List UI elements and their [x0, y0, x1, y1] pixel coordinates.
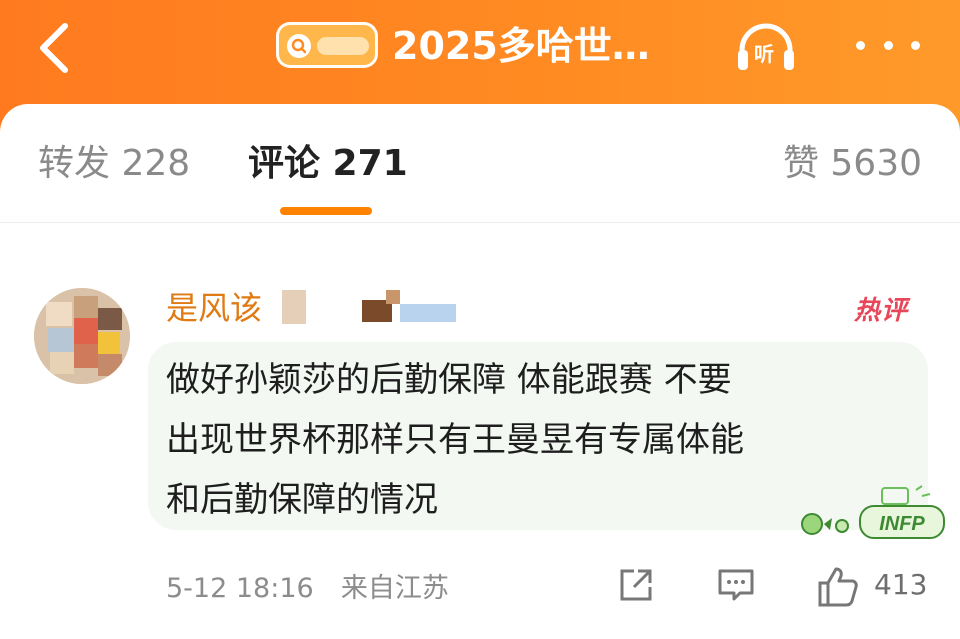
reply-button[interactable]: [716, 565, 760, 609]
search-keyword-blurred: [317, 37, 369, 55]
share-button[interactable]: [616, 565, 660, 609]
username[interactable]: 是风该: [166, 288, 262, 328]
more-icon-dot: [883, 40, 893, 50]
infp-bubble-decoration: INFP: [801, 485, 945, 539]
more-icon: [856, 40, 865, 50]
comment-meta: 5-12 18:16 来自江苏: [166, 566, 449, 605]
avatar[interactable]: [34, 288, 130, 384]
comment-line: 出现世界杯那样只有王曼昱有专属体能: [166, 420, 744, 460]
search-button[interactable]: [276, 22, 378, 68]
more-button[interactable]: [856, 22, 920, 68]
page-title: 2025多哈世…: [392, 24, 650, 68]
infp-badge-text: INFP: [879, 513, 925, 535]
tab-comment[interactable]: 评论 271: [248, 140, 408, 188]
tab-like[interactable]: 赞 5630: [783, 140, 922, 188]
reply-icon: [718, 569, 754, 601]
like-button[interactable]: [816, 565, 860, 609]
share-icon: [620, 569, 652, 601]
active-tab-indicator: [280, 207, 372, 215]
comment-time: 5-12 18:16: [166, 573, 314, 604]
search-icon: [287, 34, 311, 58]
hot-comment-badge: 热评: [854, 296, 909, 326]
back-button[interactable]: [24, 18, 84, 78]
comment-location: 来自江苏: [340, 573, 449, 604]
username-blurred: [262, 290, 472, 324]
tab-bar: 转发 228 评论 271 赞 5630: [0, 104, 960, 223]
more-icon-dot: [911, 40, 920, 50]
like-count: 413: [874, 568, 928, 601]
comment-line: 做好孙颖莎的后勤保障 体能跟赛 不要: [166, 360, 732, 400]
comment-text: 做好孙颖莎的后勤保障 体能跟赛 不要 出现世界杯那样只有王曼昱有专属体能 和后勤…: [166, 350, 906, 530]
listen-label: 听: [754, 42, 774, 66]
tab-repost[interactable]: 转发 228: [38, 140, 190, 188]
back-icon: [40, 23, 68, 73]
listen-button[interactable]: 听: [734, 20, 798, 74]
thumbs-up-icon: [818, 567, 858, 607]
comment-line: 和后勤保障的情况: [166, 480, 438, 520]
